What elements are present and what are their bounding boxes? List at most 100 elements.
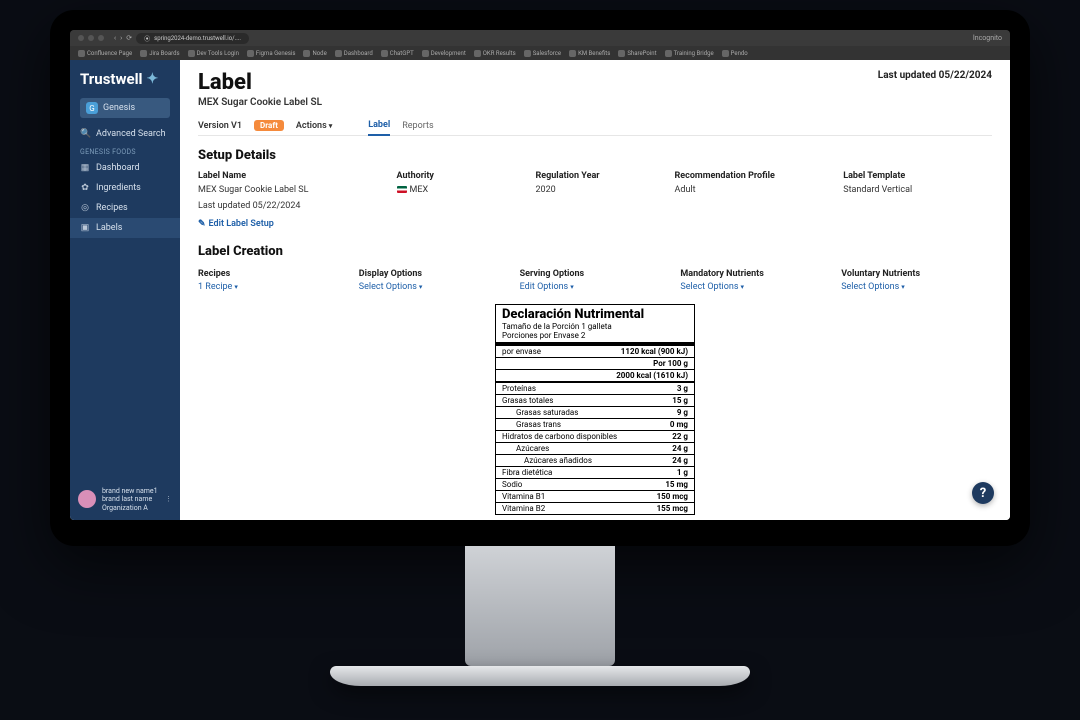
nutrition-panel-wrap: Declaración Nutrimental Tamaño de la Por… [198,304,992,520]
display-options-link[interactable]: Select Options▾ [359,282,423,292]
section-creation-title: Label Creation [198,244,992,259]
nutri-name: Grasas saturadas [502,408,578,417]
brand-logo[interactable]: Trustwell ✦ [70,60,180,94]
section-setup-title: Setup Details [198,148,992,163]
last-updated: Last updated 05/22/2024 [878,70,992,81]
sidebar: Trustwell ✦ G Genesis 🔍 Advanced Search … [70,60,180,520]
sidebar-user[interactable]: brand new name1 brand last name Organiza… [70,479,180,520]
sidebar-item-label: Dashboard [96,163,140,173]
sidebar-item-label: Labels [96,223,122,233]
bookmark-item[interactable]: Salesforce [524,50,561,57]
bookmark-item[interactable]: Dev Tools Login [188,50,239,57]
bookmark-label: Confluence Page [87,50,132,57]
nutri-name: Azúcares añadidos [502,456,592,465]
bookmark-label: Jira Boards [149,50,179,57]
bookmark-label: Dev Tools Login [197,50,239,57]
url-field[interactable]: ⦿ spring2024-demo.trustwell.io/.... [136,33,249,44]
bookmark-icon [188,50,195,57]
nutri-val: 150 mcg [657,492,688,501]
bookmark-icon [247,50,254,57]
cr-title: Display Options [359,269,510,279]
nav-fwd-icon[interactable]: › [120,34,122,42]
monitor-frame: ‹ › ⟳ ⦿ spring2024-demo.trustwell.io/...… [50,10,1030,686]
sidebar-item-labels[interactable]: ▣ Labels [70,218,180,238]
more-icon[interactable]: ⋮ [165,495,172,503]
sidebar-search[interactable]: 🔍 Advanced Search [70,124,180,144]
tab-row: Version V1 Draft Actions ▾ Label Reports [198,116,992,136]
bookmark-item[interactable]: Figma Genesis [247,50,296,57]
chevron-down-icon: ▾ [901,283,905,291]
minimize-icon[interactable] [88,35,94,41]
recipes-icon: ◎ [80,203,90,213]
nutri-row: Azúcares añadidos24 g [496,454,694,466]
search-icon: 🔍 [80,129,90,139]
setup-val-profile: Adult [675,185,824,195]
nutri-name: Sodio [502,480,522,489]
voluntary-nutrients-link[interactable]: Select Options▾ [841,282,905,292]
sidebar-item-dashboard[interactable]: ▦ Dashboard [70,158,180,178]
reload-icon[interactable]: ⟳ [126,34,132,42]
bookmark-item[interactable]: Confluence Page [78,50,132,57]
nutri-name: Vitamina B2 [502,504,545,513]
maximize-icon[interactable] [98,35,104,41]
sidebar-item-ingredients[interactable]: ✿ Ingredients [70,178,180,198]
setup-label-name: Label Name [198,171,377,181]
serving-options-link[interactable]: Edit Options▾ [520,282,574,292]
sidebar-item-recipes[interactable]: ◎ Recipes [70,198,180,218]
app-root: Trustwell ✦ G Genesis 🔍 Advanced Search … [70,60,1010,520]
nutri-val: 155 mcg [657,504,688,513]
nutri-name: Grasas totales [502,396,553,405]
nutri-row: Por 100 g [496,357,694,369]
bookmark-item[interactable]: Jira Boards [140,50,179,57]
bookmark-item[interactable]: Node [303,50,326,57]
nutri-name: Vitamina B1 [502,492,545,501]
nutri-val: 22 g [672,432,688,441]
nutri-row: Vitamina B2 155 mcg [496,502,694,514]
sidebar-section-header: Genesis Foods [70,144,180,158]
version-chip[interactable]: Version V1 [198,121,242,131]
cr-title: Mandatory Nutrients [680,269,831,279]
recipes-link[interactable]: 1 Recipe▾ [198,282,238,292]
chevron-down-icon: ▾ [740,283,744,291]
nutri-row: Azúcares24 g [496,442,694,454]
brand-icon: ✦ [147,71,159,87]
url-text: spring2024-demo.trustwell.io/.... [154,35,241,42]
nutri-title: Declaración Nutrimental [496,305,694,322]
nutri-val: 24 g [672,444,688,453]
sidebar-item-label: Recipes [96,203,128,213]
bookmark-item[interactable]: Training Bridge [665,50,714,57]
bookmark-item[interactable]: SharePoint [618,50,656,57]
user-line2: brand last name [102,495,158,503]
bookmark-label: SharePoint [627,50,656,57]
nutri-row: Hidratos de carbono disponibles22 g [496,430,694,442]
bookmark-item[interactable]: OKR Results [474,50,516,57]
setup-val-year: 2020 [536,185,655,195]
setup-val-template: Standard Vertical [843,185,992,195]
bookmark-item[interactable]: KM Benefits [569,50,610,57]
nutrition-label: Declaración Nutrimental Tamaño de la Por… [495,304,695,515]
bookmark-icon [474,50,481,57]
bookmark-item[interactable]: ChatGPT [381,50,414,57]
actions-menu[interactable]: Actions ▾ [296,121,332,131]
bookmark-item[interactable]: Development [422,50,466,57]
bookmark-label: Figma Genesis [256,50,296,57]
bookmark-icon [140,50,147,57]
edit-label-setup-link[interactable]: ✎ Edit Label Setup [198,219,274,229]
mandatory-nutrients-link[interactable]: Select Options▾ [680,282,744,292]
nutri-val: 15 mg [665,480,688,489]
ingredients-icon: ✿ [80,183,90,193]
nutri-row: por envase 1120 kcal (900 kJ) [496,342,694,357]
tab-reports[interactable]: Reports [402,117,433,135]
bookmark-item[interactable]: Dashboard [335,50,373,57]
sidebar-product[interactable]: G Genesis [80,98,170,118]
help-button[interactable]: ? [972,482,994,504]
screen: ‹ › ⟳ ⦿ spring2024-demo.trustwell.io/...… [70,30,1010,520]
browser-address-bar: ‹ › ⟳ ⦿ spring2024-demo.trustwell.io/...… [70,30,1010,46]
chevron-down-icon: ▾ [329,122,333,130]
close-icon[interactable] [78,35,84,41]
incognito-badge: Incognito [973,34,1002,42]
nutri-val: 9 g [677,408,688,417]
tab-label[interactable]: Label [368,116,390,136]
nav-back-icon[interactable]: ‹ [114,34,116,42]
bookmark-item[interactable]: Pendo [722,50,748,57]
